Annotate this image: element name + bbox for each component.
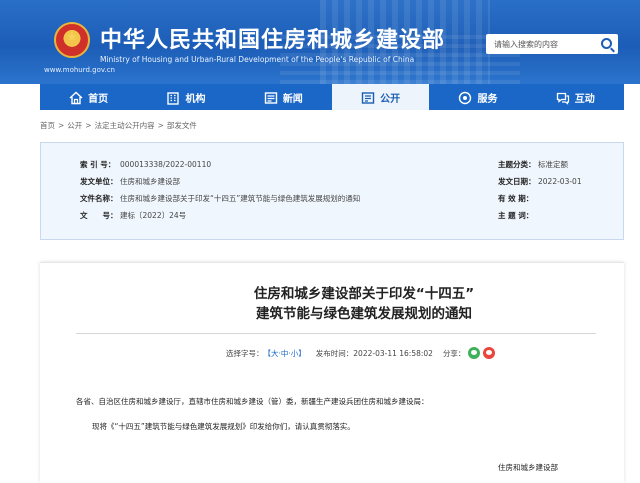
document-title-line-2: 建筑节能与绿色建筑发展规划的通知 xyxy=(256,306,472,322)
info-label: 发文单位： xyxy=(80,177,118,186)
document-signature: 住房和城乡建设部 xyxy=(498,463,558,472)
font-size-bracket-close: 】 xyxy=(298,348,306,358)
info-label: 发文日期： xyxy=(498,177,536,186)
site-header: www.mohurd.gov.cn 中华人民共和国住房和城乡建设部 Minist… xyxy=(0,0,640,84)
info-value: 标准定额 xyxy=(538,160,568,169)
breadcrumb-item-statutory[interactable]: 法定主动公开内容 xyxy=(95,121,155,130)
document-meta-row: 选择字号： 【大·中·小】 发布时间： 2022-03-11 16:58:02 … xyxy=(226,347,496,359)
info-value: 2022-03-01 xyxy=(538,177,582,186)
info-label: 主 题 词： xyxy=(498,211,534,220)
news-icon xyxy=(264,91,278,104)
share-label: 分享： xyxy=(442,348,466,358)
info-value: 建标〔2022〕24号 xyxy=(120,211,187,220)
info-label: 有 效 期： xyxy=(498,194,534,203)
national-emblem-icon[interactable] xyxy=(54,22,90,58)
service-icon xyxy=(458,91,472,104)
document-title-line-1: 住房和城乡建设部关于印发“十四五” xyxy=(253,286,475,302)
info-issuer-row: 发文单位： 住房和城乡建设部 xyxy=(80,176,180,187)
title-divider xyxy=(76,333,596,334)
font-size-bracket-open: 【 xyxy=(263,348,272,358)
info-category-row: 主题分类： 标准定额 xyxy=(498,159,568,170)
site-title[interactable]: 中华人民共和国住房和城乡建设部 xyxy=(100,22,445,54)
breadcrumb-item-home[interactable]: 首页 xyxy=(40,121,55,130)
info-value: 住房和城乡建设部关于印发“十四五”建筑节能与绿色建筑发展规划的通知 xyxy=(120,194,361,203)
site-url: www.mohurd.gov.cn xyxy=(44,66,115,74)
info-index-row: 索 引 号： 000013338/2022-00110 xyxy=(80,159,211,170)
main-nav: 首页 机构 新闻 公开 服务 互动 xyxy=(40,84,624,110)
nav-label: 机构 xyxy=(185,93,206,105)
info-value: 000013338/2022-00110 xyxy=(120,160,212,169)
info-date-row: 发文日期： 2022-03-01 xyxy=(498,176,582,187)
breadcrumb-item-ministry-docs[interactable]: 部发文件 xyxy=(167,121,197,130)
chat-icon xyxy=(556,91,570,105)
info-label: 文 号： xyxy=(80,211,118,220)
document-info-box xyxy=(40,142,624,240)
nav-item-open[interactable]: 公开 xyxy=(331,84,430,110)
font-size-large-button[interactable]: 大 xyxy=(271,349,279,358)
building-icon xyxy=(166,91,180,105)
publish-time-value: 2022-03-11 16:58:02 xyxy=(353,348,433,358)
nav-item-interaction[interactable]: 互动 xyxy=(527,84,624,110)
nav-item-institutions[interactable]: 机构 xyxy=(137,84,234,110)
info-number-row: 文 号： 建标〔2022〕24号 xyxy=(80,210,186,221)
info-label: 索 引 号： xyxy=(80,160,116,169)
publish-time-label: 发布时间： xyxy=(315,348,354,358)
search-icon[interactable] xyxy=(601,38,612,49)
search-input[interactable] xyxy=(486,34,596,54)
document-paragraph: 现将《“十四五”建筑节能与绿色建筑发展规划》印发给你们，请认真贯彻落实。 xyxy=(92,422,355,431)
info-label: 文件名称： xyxy=(80,194,118,203)
wechat-icon[interactable] xyxy=(468,347,481,359)
info-validity-row: 有 效 期： xyxy=(498,193,538,204)
nav-label: 新闻 xyxy=(282,93,303,105)
weibo-icon[interactable] xyxy=(483,347,496,359)
nav-label: 公开 xyxy=(380,93,401,105)
breadcrumb: 首页 > 公开 > 法定主动公开内容 > 部发文件 xyxy=(40,121,197,130)
info-name-row: 文件名称： 住房和城乡建设部关于印发“十四五”建筑节能与绿色建筑发展规划的通知 xyxy=(80,193,360,204)
nav-item-news[interactable]: 新闻 xyxy=(235,84,332,110)
home-icon xyxy=(69,91,83,104)
breadcrumb-item-open[interactable]: 公开 xyxy=(67,121,82,130)
document-addressee: 各省、自治区住房和城乡建设厅，直辖市住房和城乡建设（管）委，新疆生产建设兵团住房… xyxy=(76,397,429,406)
search-box xyxy=(486,34,618,54)
info-topic-row: 主 题 词： xyxy=(498,210,538,221)
font-size-control: 【大·中·小】 xyxy=(264,348,306,359)
open-doc-icon xyxy=(361,91,375,104)
info-label: 主题分类： xyxy=(498,160,536,169)
nav-label: 服务 xyxy=(477,93,498,105)
nav-item-service[interactable]: 服务 xyxy=(429,84,526,110)
nav-item-home[interactable]: 首页 xyxy=(40,84,137,110)
nav-label: 首页 xyxy=(88,93,109,105)
nav-label: 互动 xyxy=(574,93,595,105)
font-size-label: 选择字号： xyxy=(226,348,264,358)
info-value: 住房和城乡建设部 xyxy=(120,177,180,186)
site-subtitle: Ministry of Housing and Urban-Rural Deve… xyxy=(100,55,415,64)
